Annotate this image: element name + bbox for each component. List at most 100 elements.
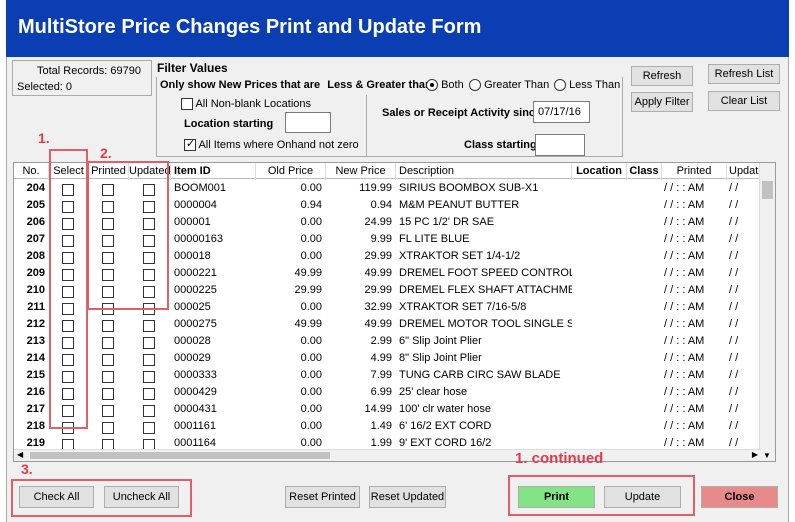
row-updated-checkbox-box[interactable] [143, 405, 155, 417]
col-old-price: Old Price [256, 163, 326, 180]
radio-less[interactable]: Less Than [554, 79, 620, 92]
row-number: 212 [26, 318, 45, 330]
row-printed-checkbox-box[interactable] [102, 354, 114, 366]
radio-greater-label: Greater Than [484, 79, 550, 91]
row-updated-checkbox-box[interactable] [143, 337, 155, 349]
row-printed-checkbox[interactable] [102, 318, 116, 332]
row-printed-date: / / : : AM [664, 233, 705, 245]
row-number: 214 [26, 352, 45, 364]
row-printed-checkbox-box[interactable] [102, 337, 114, 349]
class-starting-input[interactable] [535, 134, 585, 156]
horizontal-scrollbar[interactable]: ◀ ▶ [14, 449, 761, 461]
reset-printed-button[interactable]: Reset Printed [285, 486, 360, 508]
hscroll-thumb[interactable] [30, 452, 330, 459]
row-item-id: 0000225 [174, 284, 217, 296]
row-updated-checkbox-box[interactable] [143, 371, 155, 383]
row-printed-checkbox-box[interactable] [102, 320, 114, 332]
only-show-label: Only show New Prices that are Less & Gre… [160, 79, 435, 91]
row-number: 215 [26, 369, 45, 381]
row-updated-checkbox-box[interactable] [143, 388, 155, 400]
table-row[interactable]: 218 0001161 0.00 1.49 6' 16/2 EXT CORD / / : … [14, 418, 761, 435]
row-new-price: 2.99 [370, 335, 392, 347]
table-row[interactable]: 217 0000431 0.00 14.99 100' clr water hose / … [14, 401, 761, 418]
annotation-label-1-continued: 1. continued [515, 450, 604, 467]
row-new-price: 0.94 [370, 199, 392, 211]
row-item-id: 000028 [174, 335, 211, 347]
row-update-date: / / [729, 403, 739, 415]
row-updated-checkbox[interactable] [143, 420, 157, 434]
scroll-right-icon[interactable]: ▶ [752, 450, 758, 459]
row-updated-checkbox-box[interactable] [143, 422, 155, 434]
row-old-price: 0.00 [300, 216, 322, 228]
radio-greater[interactable]: Greater Than [469, 79, 550, 92]
scroll-thumb[interactable] [762, 181, 773, 199]
row-printed-checkbox-box[interactable] [102, 405, 114, 417]
row-description: 6' 16/2 EXT CORD [399, 420, 492, 432]
row-item-id: 0000429 [174, 386, 217, 398]
table-row[interactable]: 216 0000429 0.00 6.99 25' clear hose / / : : … [14, 384, 761, 401]
row-updated-checkbox[interactable] [143, 386, 157, 400]
row-old-price: 0.00 [300, 335, 322, 347]
row-old-price: 49.99 [294, 267, 322, 279]
row-printed-checkbox[interactable] [102, 369, 116, 383]
row-printed-date: / / : : AM [664, 335, 705, 347]
refresh-list-button[interactable]: Refresh List [708, 64, 780, 84]
row-old-price: 0.00 [300, 352, 322, 364]
table-row[interactable]: 212 0000275 49.99 49.99 DREMEL MOTOR TOOL SI… [14, 316, 761, 333]
row-printed-checkbox[interactable] [102, 335, 116, 349]
radio-less-indicator[interactable] [554, 79, 566, 92]
apply-filter-button[interactable]: Apply Filter [631, 92, 693, 112]
col-update-date: Update [727, 163, 761, 180]
location-starting-input[interactable] [285, 112, 331, 133]
row-printed-checkbox-box[interactable] [102, 422, 114, 434]
radio-greater-indicator[interactable] [469, 79, 481, 92]
row-updated-checkbox[interactable] [143, 335, 157, 349]
row-description: FL LITE BLUE [399, 233, 470, 245]
annotation-label-1: 1. [38, 130, 50, 146]
row-old-price: 0.00 [300, 250, 322, 262]
all-items-onhand-option[interactable]: All Items where Onhand not zero [184, 137, 359, 152]
row-printed-checkbox[interactable] [102, 420, 116, 434]
row-printed-checkbox[interactable] [102, 352, 116, 366]
row-updated-checkbox[interactable] [143, 352, 157, 366]
all-nonblank-checkbox[interactable] [181, 98, 193, 111]
row-printed-checkbox-box[interactable] [102, 388, 114, 400]
col-no: No. [14, 163, 49, 180]
row-updated-checkbox[interactable] [143, 403, 157, 417]
refresh-button[interactable]: Refresh [631, 66, 693, 86]
row-number: 207 [26, 233, 45, 245]
sales-date-input[interactable]: 07/17/16 [533, 101, 590, 123]
radio-both[interactable]: Both [426, 79, 464, 92]
col-class: Class [627, 163, 662, 180]
reset-updated-button[interactable]: Reset Updated [369, 486, 446, 508]
all-nonblank-option[interactable]: All Non-blank Locations [181, 98, 311, 111]
close-button[interactable]: Close [701, 486, 778, 508]
row-printed-checkbox[interactable] [102, 386, 116, 400]
scroll-left-icon[interactable]: ◀ [17, 450, 23, 459]
row-printed-date: / / : : AM [664, 369, 705, 381]
row-updated-checkbox[interactable] [143, 369, 157, 383]
row-printed-checkbox-box[interactable] [102, 371, 114, 383]
class-starting-label: Class starting [464, 139, 537, 151]
row-update-date: / / [729, 250, 739, 262]
row-number: 209 [26, 267, 45, 279]
all-items-onhand-checkbox[interactable] [184, 137, 196, 152]
vertical-scrollbar[interactable]: ▼ [759, 163, 775, 461]
col-location: Location [572, 163, 627, 180]
radio-both-indicator[interactable] [426, 79, 438, 92]
table-row[interactable]: 213 000028 0.00 2.99 6" Slip Joint Plier / / … [14, 333, 761, 350]
row-item-id: 000018 [174, 250, 211, 262]
annotation-label-3: 3. [21, 461, 33, 477]
row-update-date: / / [729, 369, 739, 381]
row-updated-checkbox-box[interactable] [143, 320, 155, 332]
row-new-price: 14.99 [364, 403, 392, 415]
row-new-price: 4.99 [370, 352, 392, 364]
table-row[interactable]: 214 000029 0.00 4.99 8" Slip Joint Plier / / … [14, 350, 761, 367]
scroll-down-icon[interactable]: ▼ [763, 451, 771, 460]
row-updated-checkbox[interactable] [143, 318, 157, 332]
row-printed-date: / / : : AM [664, 267, 705, 279]
row-updated-checkbox-box[interactable] [143, 354, 155, 366]
clear-list-button[interactable]: Clear List [708, 91, 780, 111]
table-row[interactable]: 215 0000333 0.00 7.99 TUNG CARB CIRC SAW BLA… [14, 367, 761, 384]
row-printed-checkbox[interactable] [102, 403, 116, 417]
